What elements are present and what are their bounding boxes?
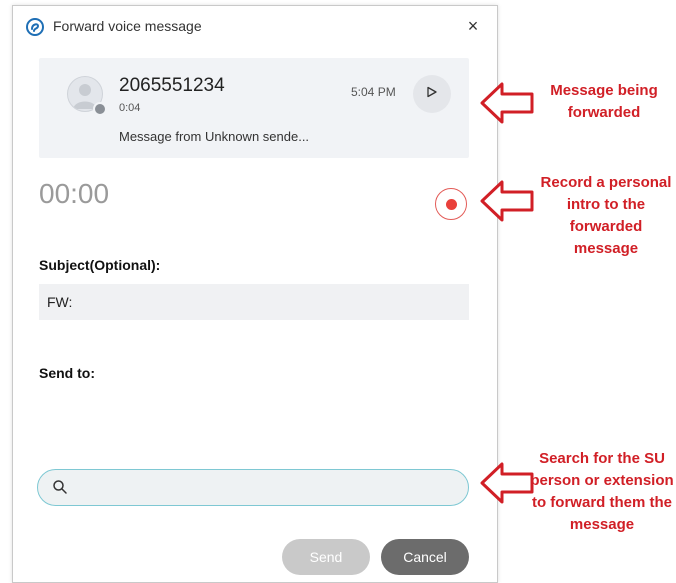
recipient-search-box[interactable] (37, 469, 469, 506)
annotation-message-forwarded: Message being forwarded (550, 82, 658, 121)
close-icon[interactable]: × (463, 16, 483, 36)
forwarded-message-card: 2065551234 0:04 Message from Unknown sen… (39, 58, 469, 158)
annotation-record-intro: Record a personal intro to the forwarded… (540, 174, 672, 257)
send-button[interactable]: Send (282, 539, 370, 575)
play-icon (426, 85, 438, 103)
play-button[interactable] (413, 75, 451, 113)
message-duration: 0:04 (119, 102, 141, 114)
caller-number: 2065551234 (119, 75, 225, 96)
subject-label: Subject(Optional): (39, 257, 161, 273)
cancel-button[interactable]: Cancel (381, 539, 469, 575)
left-arrow-icon (480, 180, 534, 222)
message-preview: Message from Unknown sende... (119, 129, 310, 144)
presence-status-icon (93, 102, 107, 116)
annotation-search-recipient: Search for the SU person or extension to… (530, 450, 674, 533)
left-arrow-icon (480, 82, 534, 124)
record-icon (445, 198, 457, 210)
left-arrow-icon (480, 462, 534, 504)
forward-voice-message-dialog: Forward voice message × 2065551234 0:04 … (12, 5, 498, 583)
dialog-title: Forward voice message (53, 18, 202, 34)
recipient-search-input[interactable] (78, 475, 462, 501)
subject-input[interactable] (39, 284, 469, 320)
search-icon (52, 479, 68, 495)
record-button[interactable] (435, 188, 467, 220)
dialog-titlebar: Forward voice message × (13, 6, 497, 46)
message-time: 5:04 PM (351, 85, 396, 99)
send-to-label: Send to: (39, 365, 95, 381)
app-logo-icon (26, 18, 44, 36)
recording-timer: 00:00 (39, 178, 110, 209)
